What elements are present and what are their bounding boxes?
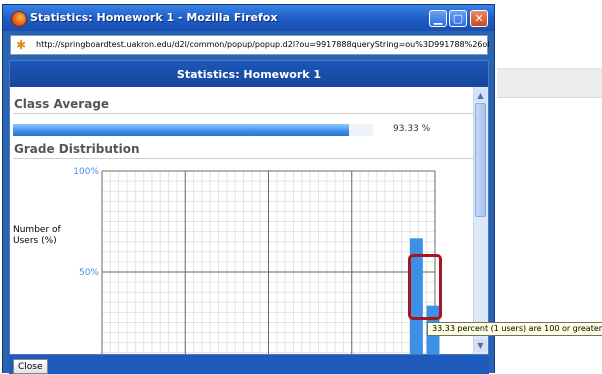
popup-footer: Close: [9, 355, 489, 374]
y-tick-label: 50%: [79, 268, 99, 278]
site-icon: ✱: [16, 38, 27, 52]
class-average-title: Class Average: [14, 97, 110, 111]
page-title: Statistics: Homework 1: [176, 68, 322, 81]
background-toolbar-strip: [497, 68, 602, 98]
scroll-down-arrow[interactable]: ▼: [474, 339, 487, 352]
firefox-icon: [11, 11, 27, 27]
scrollbar-thumb[interactable]: [475, 103, 486, 217]
y-tick-label: 100%: [73, 167, 99, 177]
title-bar[interactable]: Statistics: Homework 1 - Mozilla Firefox…: [3, 5, 494, 31]
bookmark-star-icon[interactable]: ☆: [473, 38, 484, 52]
address-url[interactable]: http://springboardtest.uakron.edu/d2l/co…: [36, 40, 490, 49]
class-average-value: 93.33 %: [393, 124, 431, 134]
scroll-up-arrow[interactable]: ▲: [474, 89, 487, 102]
divider: [13, 158, 473, 159]
close-button[interactable]: Close: [13, 359, 48, 374]
address-bar[interactable]: ✱ http://springboardtest.uakron.edu/d2l/…: [10, 35, 490, 55]
divider: [13, 113, 473, 114]
highlight-box: [408, 254, 442, 320]
close-window-button[interactable]: ✕: [470, 10, 488, 27]
grade-distribution-title: Grade Distribution: [14, 142, 140, 156]
window-title: Statistics: Homework 1 - Mozilla Firefox: [30, 11, 278, 24]
popup-header: Statistics: Homework 1: [10, 61, 488, 87]
maximize-button[interactable]: ▢: [449, 10, 467, 27]
bar-tooltip: 33.33 percent (1 users) are 100 or great…: [427, 322, 602, 336]
class-average-bar: [13, 124, 349, 136]
minimize-button[interactable]: ▁: [429, 10, 447, 27]
